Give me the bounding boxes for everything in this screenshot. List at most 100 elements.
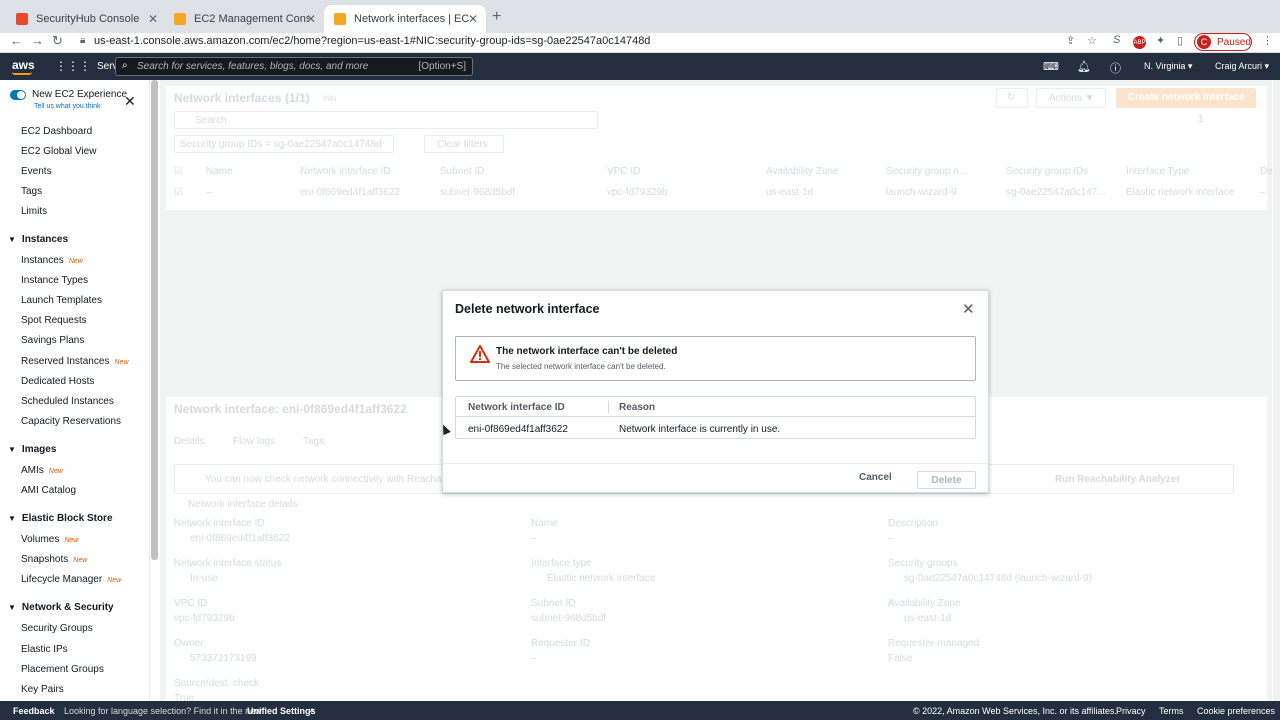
extension-s-icon[interactable]: S	[1113, 34, 1120, 46]
cookie-preferences-link[interactable]: Cookie preferences	[1197, 706, 1275, 716]
column-header[interactable]: Network interface ID	[300, 166, 391, 177]
new-badge: New	[68, 258, 83, 265]
sidebar-item-instance-types[interactable]: Instance Types	[21, 275, 88, 286]
sidebar-item-volumes[interactable]: Volumes New	[21, 534, 78, 545]
star-icon[interactable]: ☆	[1087, 34, 1097, 47]
close-icon[interactable]: ✕	[962, 300, 975, 318]
page-number[interactable]: 1	[1198, 114, 1204, 125]
sidebar-item-snapshots[interactable]: Snapshots New	[21, 554, 87, 565]
tab-details[interactable]: Details	[174, 436, 205, 447]
clear-filters-button[interactable]: Clear filters	[424, 135, 504, 153]
tab-tags[interactable]: Tags	[303, 436, 324, 447]
sidebar-section-elastic-block-store[interactable]: ▼ Elastic Block Store	[8, 513, 113, 524]
new-ec2-experience-toggle[interactable]: New EC2 Experience	[10, 89, 127, 100]
share-icon[interactable]: ⇪	[1066, 34, 1075, 47]
new-tab-button[interactable]: +	[492, 8, 501, 26]
bell-icon[interactable]: 🔔︎	[1077, 60, 1091, 73]
toggle-switch-icon[interactable]	[10, 89, 26, 100]
tell-us-link[interactable]: Tell us what you think	[34, 103, 101, 110]
account-menu[interactable]: Craig Arcuri ▾	[1215, 61, 1269, 72]
tab-flow-logs[interactable]: Flow logs	[233, 436, 275, 447]
column-header[interactable]: Name	[206, 166, 233, 177]
close-tab-icon[interactable]: ✕	[306, 12, 316, 26]
privacy-link[interactable]: Privacy	[1116, 706, 1146, 716]
field-value: subnet-968d5bdf	[531, 613, 607, 624]
sidebar-item-label: Tags	[21, 186, 43, 197]
column-header[interactable]: De	[1260, 166, 1273, 177]
sidebar-item-amis[interactable]: AMIs New	[21, 465, 63, 476]
browser-tab-securityhub[interactable]: SecurityHub Console ✕	[6, 5, 166, 33]
back-arrow-icon[interactable]: ←	[10, 33, 23, 49]
actions-button[interactable]: Actions ▼	[1036, 88, 1106, 108]
close-icon[interactable]: ✕	[124, 93, 136, 110]
sidepanel-icon[interactable]: ▯	[1177, 34, 1183, 47]
search-input[interactable]: Search	[174, 111, 598, 129]
adblock-extension-icon[interactable]: ABP	[1133, 36, 1146, 49]
sidebar-section-instances[interactable]: ▼ Instances	[8, 234, 68, 245]
aws-search-input[interactable]: ⌕ Search for services, features, blogs, …	[115, 57, 473, 76]
sidebar-item-tags[interactable]: Tags	[21, 186, 42, 197]
reload-icon[interactable]: ↻	[52, 33, 63, 49]
info-link[interactable]: Info	[323, 94, 336, 103]
sidebar-item-spot-requests[interactable]: Spot Requests	[21, 315, 87, 326]
browser-tab-network-interfaces[interactable]: Network interfaces | EC2 Mana ✕	[324, 5, 486, 33]
sidebar-item-placement-groups[interactable]: Placement Groups	[21, 664, 104, 675]
unified-settings-link[interactable]: Unified Settings	[247, 706, 316, 716]
column-header[interactable]: Subnet ID	[440, 166, 484, 177]
feedback-link[interactable]: Feedback	[13, 706, 55, 716]
terms-link[interactable]: Terms	[1159, 706, 1184, 716]
close-tab-icon[interactable]: ✕	[148, 12, 158, 26]
page-scrollbar[interactable]	[1273, 80, 1280, 701]
puzzle-extensions-icon[interactable]: ✦	[1156, 34, 1165, 47]
browser-tab-ec2[interactable]: EC2 Management Console ✕	[164, 5, 324, 33]
delete-button[interactable]: Delete	[917, 471, 976, 489]
sidebar-item-limits[interactable]: Limits	[21, 206, 47, 217]
aws-logo[interactable]: aws	[12, 58, 35, 72]
sidebar-item-scheduled-instances[interactable]: Scheduled Instances	[21, 396, 114, 407]
sidebar-item-ec2-global-view[interactable]: EC2 Global View	[21, 146, 96, 157]
sidebar-scrollbar[interactable]	[151, 80, 158, 560]
sidebar-item-launch-templates[interactable]: Launch Templates	[21, 295, 102, 306]
sidebar-item-reserved-instances[interactable]: Reserved Instances New	[21, 356, 128, 367]
sidebar-item-capacity-reservations[interactable]: Capacity Reservations	[21, 416, 121, 427]
lock-icon[interactable]: 🔒︎	[80, 35, 85, 46]
table-header: Network interface ID Reason	[456, 397, 975, 417]
sidebar-item-label: Placement Groups	[21, 663, 104, 675]
sidebar-item-instances[interactable]: Instances New	[21, 255, 83, 266]
sidebar-section-images[interactable]: ▼ Images	[8, 444, 56, 455]
profile-button[interactable]: C Paused	[1194, 33, 1252, 51]
field-value: sg-0ae22547a0c14748d (launch-wizard-9)	[904, 573, 1092, 584]
column-header[interactable]: Security group IDs	[1006, 166, 1088, 177]
sidebar-item-security-groups[interactable]: Security Groups	[21, 623, 93, 634]
forward-arrow-icon[interactable]: →	[31, 33, 44, 49]
row-checkbox[interactable]: ☑	[174, 187, 183, 198]
filter-chip[interactable]: Security group IDs = sg-0ae22547a0c14748…	[174, 135, 394, 153]
column-header[interactable]: Security group n...	[886, 166, 967, 177]
sidebar-item-key-pairs[interactable]: Key Pairs	[21, 684, 64, 695]
sidebar-item-elastic-ips[interactable]: Elastic IPs	[21, 644, 68, 655]
sidebar-item-ami-catalog[interactable]: AMI Catalog	[21, 485, 76, 496]
refresh-button[interactable]: ↻	[996, 88, 1028, 108]
url-field[interactable]: us-east-1.console.aws.amazon.com/ec2/hom…	[94, 35, 650, 47]
sidebar-item-lifecycle-manager[interactable]: Lifecycle Manager New	[21, 574, 121, 585]
menu-kebab-icon[interactable]: ⋮	[1262, 34, 1273, 47]
column-header[interactable]: VPC ID	[607, 166, 640, 177]
region-selector[interactable]: N. Virginia ▾	[1144, 61, 1192, 72]
create-network-interface-button[interactable]: Create network interface	[1116, 88, 1256, 108]
alert-title: The network interface can't be deleted	[496, 346, 678, 357]
sidebar-item-savings-plans[interactable]: Savings Plans	[21, 335, 84, 346]
help-icon[interactable]: ⓘ	[1110, 60, 1121, 76]
cloudshell-icon[interactable]: ⌨	[1043, 60, 1059, 73]
tab-label: EC2 Management Console	[194, 13, 309, 25]
sidebar-item-ec2-dashboard[interactable]: EC2 Dashboard	[21, 126, 92, 137]
sidebar-item-events[interactable]: Events	[21, 166, 52, 177]
sidebar-item-dedicated-hosts[interactable]: Dedicated Hosts	[21, 376, 94, 387]
run-reachability-analyzer-button[interactable]: Run Reachability Analyzer	[1055, 474, 1180, 485]
select-all-checkbox[interactable]: ☑	[174, 166, 183, 177]
close-tab-icon[interactable]: ✕	[468, 12, 478, 26]
cancel-button[interactable]: Cancel	[859, 472, 892, 483]
column-header[interactable]: Availability Zone	[766, 166, 839, 177]
sidebar-item-label: Scheduled Instances	[21, 395, 114, 407]
column-header[interactable]: Interface Type	[1126, 166, 1189, 177]
sidebar-section-network-security[interactable]: ▼ Network & Security	[8, 602, 114, 613]
